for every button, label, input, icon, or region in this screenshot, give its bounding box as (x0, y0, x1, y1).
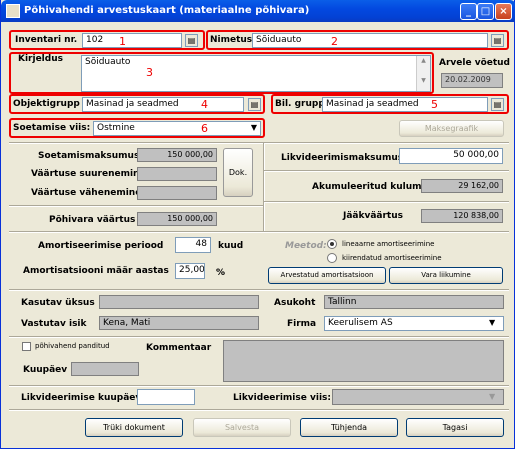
marker-5: 5 (431, 98, 438, 111)
marker-1: 1 (119, 35, 126, 48)
likv-viis-label: Likvideerimise viis: (233, 393, 331, 403)
maksegraafik-button[interactable]: Maksegraafik (399, 120, 504, 137)
firma-select[interactable]: Keerulisem AS (324, 316, 504, 331)
vaartuse-vahenemine-label: Väärtuse vähenemine (31, 188, 142, 198)
jaakvaartus-value: 120 838,00 (421, 209, 503, 223)
bilgrupp-lookup-button[interactable]: ▤ (491, 98, 504, 111)
window-title: Põhivahendi arvestuskaart (materiaalne p… (24, 5, 310, 16)
divider (263, 143, 265, 231)
marker-4: 4 (201, 98, 208, 111)
likv-kuupaev-input[interactable] (137, 389, 195, 405)
app-icon (6, 4, 20, 18)
title-bar: Põhivahendi arvestuskaart (materiaalne p… (1, 0, 515, 22)
inventari-input[interactable]: 102 (82, 33, 182, 48)
amort-periood-unit: kuud (218, 241, 244, 251)
print-button[interactable]: Trüki dokument (85, 418, 183, 437)
kommentaar-label: Kommentaar (146, 343, 212, 353)
window: Põhivahendi arvestuskaart (materiaalne p… (0, 0, 515, 449)
likv-kuupaev-label: Likvideerimise kuupäev (21, 393, 142, 403)
meetod-lineaarne-label: lineaarne amortiseerimine (342, 240, 435, 248)
divider (264, 170, 509, 172)
divider (9, 142, 509, 144)
amort-periood-label: Amortiseerimise periood (38, 241, 164, 251)
objektigrupp-label: Objektigrupp (13, 99, 80, 109)
arvestatud-amortisatsioon-button[interactable]: Arvestatud amortisatsioon (268, 267, 386, 284)
chevron-down-icon[interactable]: ▼ (247, 122, 261, 136)
meetod-label: Meetod: (285, 241, 327, 251)
pohivara-vaartus-label: Põhivara väärtus (49, 215, 136, 225)
divider (264, 201, 509, 203)
amort-periood-input[interactable]: 48 (175, 237, 211, 253)
divider (9, 231, 509, 233)
kommentaar-textarea[interactable] (223, 340, 504, 382)
nimetus-input[interactable]: Sõiduauto (252, 33, 488, 48)
panditud-label: põhivahend panditud (35, 342, 110, 350)
marker-3: 3 (146, 66, 153, 79)
soetamise-viis-label: Soetamise viis: (13, 123, 91, 133)
likv-viis-select[interactable] (332, 389, 504, 405)
vaartuse-suurenemine-value (137, 167, 217, 181)
akumuleeritud-kulum-label: Akumuleeritud kulum (312, 182, 422, 192)
kirjeldus-scrollbar[interactable]: ▲ ▼ (416, 56, 430, 91)
likvideerimismaksumus-label: Likvideerimismaksumus (281, 153, 404, 163)
vaartuse-suurenemine-label: Väärtuse suurenemine (31, 169, 146, 179)
save-button[interactable]: Salvesta (193, 418, 291, 437)
inventari-lookup-button[interactable]: ▤ (185, 34, 198, 47)
asukoht-label: Asukoht (274, 298, 316, 308)
marker-2: 2 (331, 35, 338, 48)
chevron-down-icon[interactable]: ▼ (489, 392, 495, 401)
vastutav-isik-value: Kena, Mati (99, 316, 259, 330)
panditud-checkbox[interactable] (22, 342, 31, 351)
kasutav-uksus-value (99, 295, 259, 309)
arvele-value: 20.02.2009 (441, 73, 503, 88)
firma-label: Firma (287, 319, 317, 329)
amort-maar-unit: % (216, 268, 226, 278)
objektigrupp-input[interactable]: Masinad ja seadmed (82, 97, 244, 112)
bilgrupp-input[interactable]: Masinad ja seadmed (322, 97, 488, 112)
soetamismaksumus-label: Soetamismaksumus (38, 151, 140, 161)
arvele-label: Arvele võetud (439, 58, 511, 68)
vastutav-isik-label: Vastutav isik (21, 319, 87, 329)
vara-liikumine-button[interactable]: Vara liikumine (389, 267, 503, 284)
kasutav-uksus-label: Kasutav üksus (21, 298, 95, 308)
vaartuse-vahenemine-value (137, 186, 217, 200)
minimize-button[interactable]: _ (460, 3, 477, 20)
kuupaev-label: Kuupäev (23, 365, 68, 375)
meetod-lineaarne-radio[interactable] (327, 239, 337, 249)
marker-6: 6 (201, 122, 208, 135)
meetod-kiirendatud-label: kiirendatud amortiseerimine (342, 254, 442, 262)
soetamise-viis-select[interactable]: Ostmine (93, 121, 261, 136)
amort-maar-input[interactable]: 25,00 (175, 263, 205, 279)
maximize-button[interactable]: □ (477, 3, 494, 20)
kirjeldus-textarea[interactable]: Sõiduauto (81, 55, 431, 92)
objektigrupp-lookup-button[interactable]: ▤ (248, 98, 261, 111)
amort-maar-label: Amortisatsiooni määr aastas (23, 266, 169, 276)
jaakvaartus-label: Jääkväärtus (343, 211, 403, 221)
dok-button[interactable]: Dok. (223, 148, 253, 197)
clear-button[interactable]: Tühjenda (300, 418, 398, 437)
divider (9, 336, 509, 338)
akumuleeritud-kulum-value: 29 162,00 (421, 179, 503, 193)
soetamismaksumus-value: 150 000,00 (137, 148, 217, 162)
close-button[interactable]: × (495, 3, 512, 20)
divider (9, 385, 509, 387)
nimetus-lookup-button[interactable]: ▤ (491, 34, 504, 47)
asukoht-value: Tallinn (324, 295, 504, 309)
kuupaev-value (71, 362, 139, 376)
pohivara-vaartus-value: 150 000,00 (137, 212, 217, 226)
divider (9, 289, 509, 291)
meetod-kiirendatud-radio[interactable] (327, 253, 337, 263)
back-button[interactable]: Tagasi (406, 418, 504, 437)
likvideerimismaksumus-input[interactable]: 50 000,00 (399, 148, 503, 164)
kirjeldus-label: Kirjeldus (18, 54, 63, 64)
divider (9, 205, 263, 207)
bilgrupp-label: Bil. grupp (275, 99, 325, 109)
divider (9, 409, 509, 411)
nimetus-label: Nimetus (210, 35, 253, 45)
chevron-down-icon[interactable]: ▼ (489, 318, 495, 327)
inventari-label: Inventari nr. (15, 35, 78, 45)
